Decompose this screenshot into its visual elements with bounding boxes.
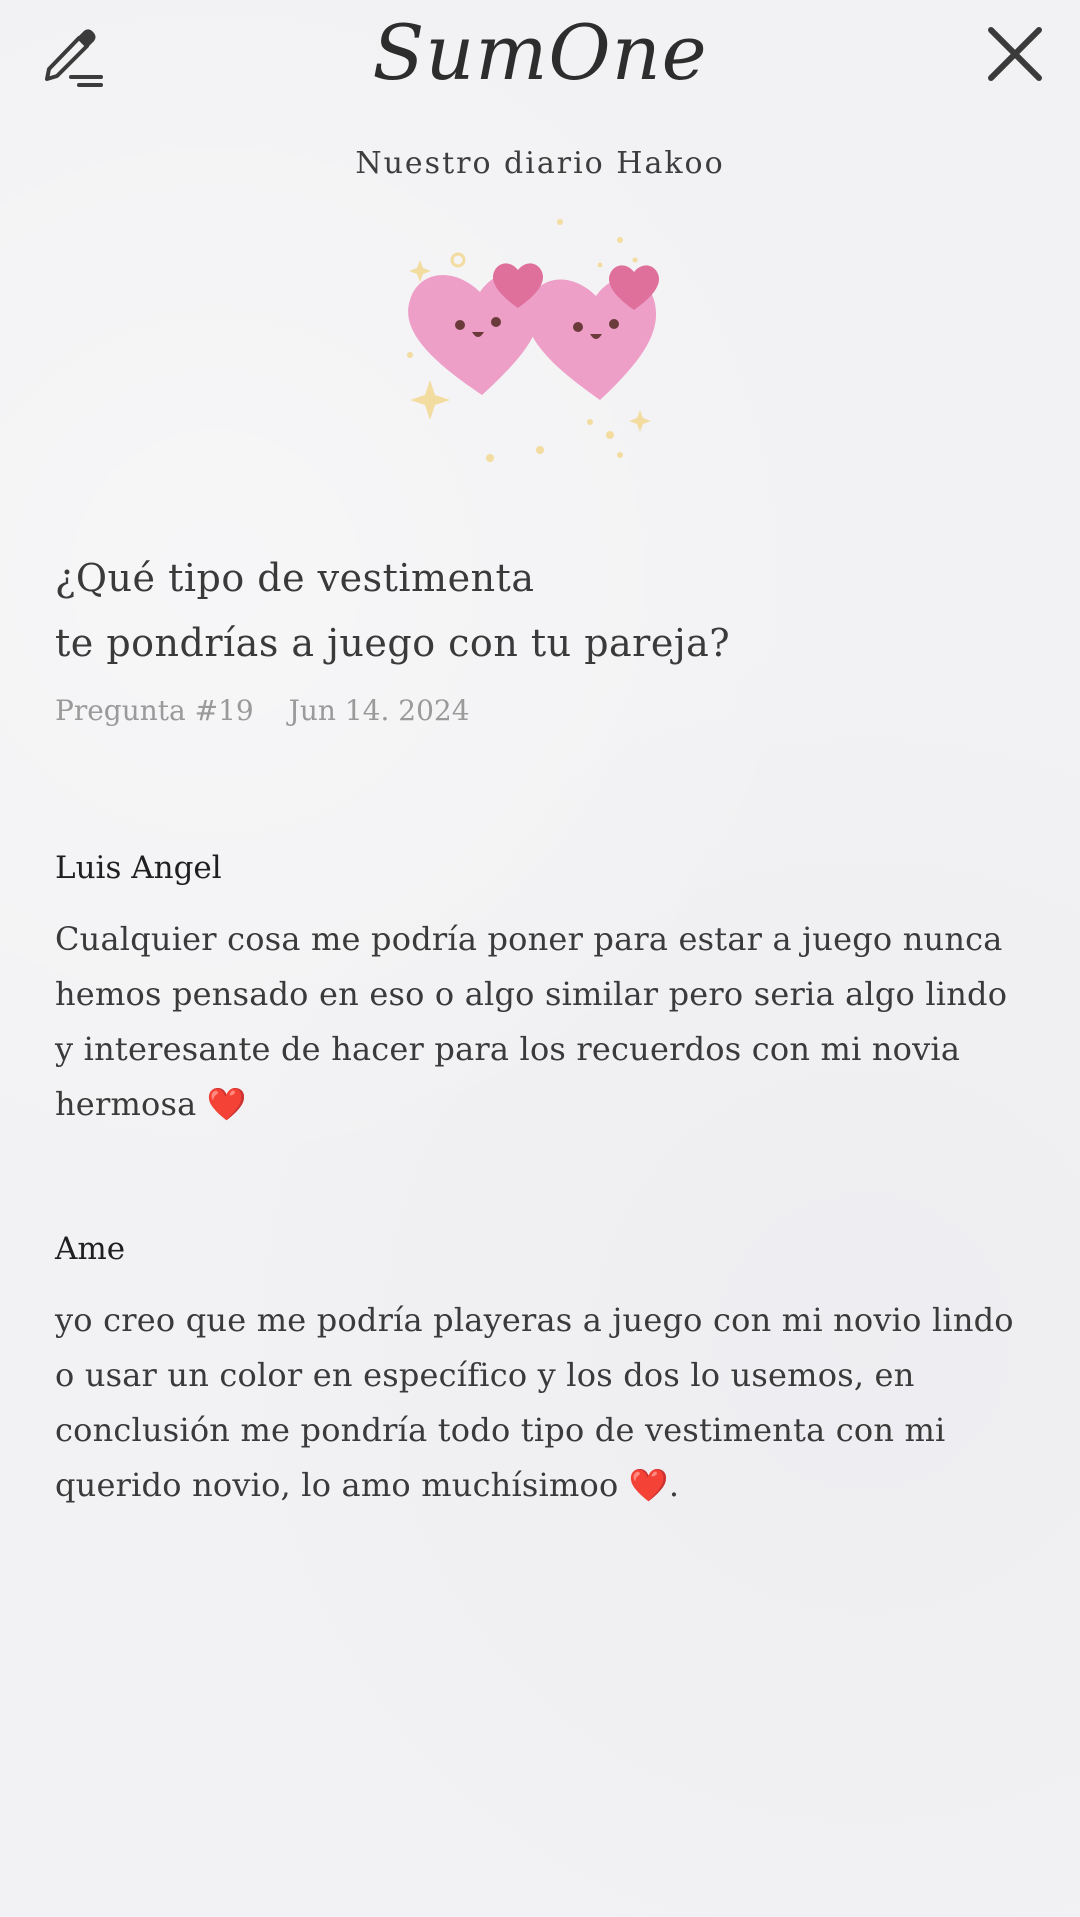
- two-hearts-illustration: [407, 219, 659, 462]
- question-line-2: te pondrías a juego con tu pareja?: [55, 621, 731, 665]
- question-meta: Pregunta #19 Jun 14. 2024: [55, 694, 496, 727]
- answer-author: Luis Angel: [55, 850, 222, 886]
- answer-text: Cualquier cosa me podría poner para esta…: [55, 920, 1008, 1123]
- top-bar: SumOne: [0, 0, 1080, 110]
- pencil-edit-icon: [45, 29, 103, 87]
- answer-text: yo creo que me podría playeras a juego c…: [55, 1301, 1014, 1504]
- edit-button[interactable]: [30, 14, 110, 94]
- question-title: ¿Qué tipo de vestimenta te pondrías a ju…: [55, 546, 1015, 676]
- answer-author: Ame: [55, 1231, 126, 1267]
- question-number: Pregunta #19: [55, 694, 254, 727]
- question-date: Jun 14. 2024: [288, 694, 470, 727]
- answer-card: Luis Angel Cualquier cosa me podría pone…: [55, 846, 1015, 1132]
- diary-title: Nuestro diario Hakoo: [355, 146, 725, 181]
- close-icon: [988, 27, 1042, 81]
- close-button[interactable]: [975, 14, 1055, 94]
- app-logo: SumOne: [372, 8, 708, 97]
- answer-card: Ame yo creo que me podría playeras a jue…: [55, 1227, 1015, 1513]
- question-line-1: ¿Qué tipo de vestimenta: [55, 556, 535, 600]
